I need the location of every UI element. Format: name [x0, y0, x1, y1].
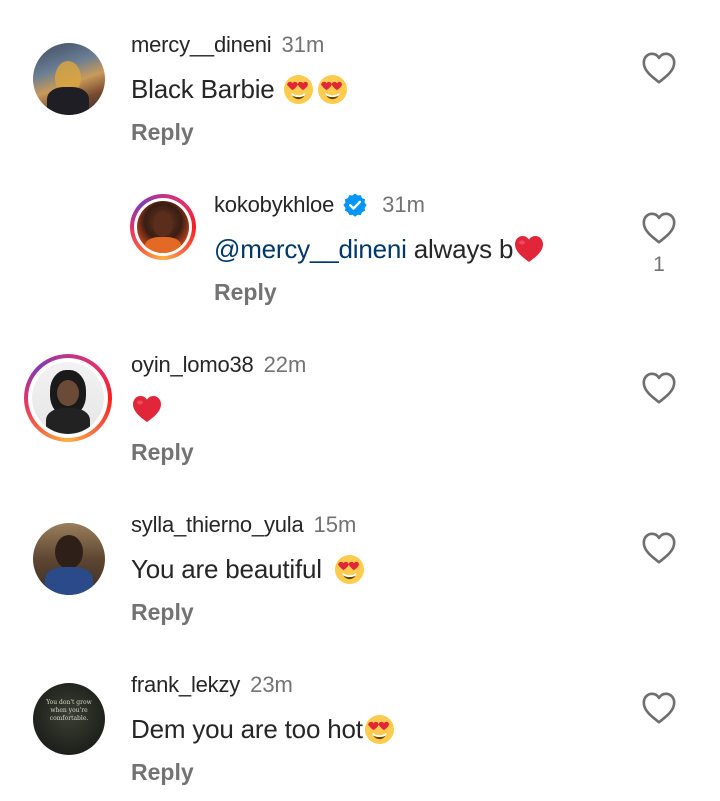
heart-eyes-emoji-icon	[334, 554, 365, 585]
comment-time: 23m	[250, 672, 293, 697]
mention-link[interactable]: @mercy__dineni	[214, 234, 407, 265]
comment-username[interactable]: kokobykhloe	[214, 192, 334, 218]
heart-eyes-emoji-icon	[283, 74, 314, 105]
avatar-caption: You don't grow when you're comfortable.	[46, 699, 92, 722]
avatar[interactable]: You don't grow when you're comfortable.	[33, 683, 105, 755]
heart-eyes-emoji-icon	[364, 714, 395, 745]
avatar[interactable]	[130, 194, 196, 260]
heart-outline-icon[interactable]	[641, 691, 677, 725]
comment-time: 31m	[382, 192, 425, 217]
comment-text: always b	[413, 233, 514, 264]
comment-time: 15m	[313, 512, 357, 537]
comment-username[interactable]: frank_lekzy	[131, 672, 240, 698]
reply-button[interactable]: Reply	[131, 119, 194, 146]
heart-outline-icon[interactable]	[641, 531, 677, 565]
reply-button[interactable]: Reply	[131, 439, 194, 466]
heart-outline-icon[interactable]	[641, 371, 677, 405]
heart-outline-icon[interactable]	[641, 51, 677, 85]
comment-oyin-lomo38: oyin_lomo38 22m Reply	[0, 320, 720, 480]
comment-username[interactable]: oyin_lomo38	[131, 352, 254, 378]
heart-eyes-emoji-icon	[317, 74, 348, 105]
comment-mercy-dineni: mercy__dineni 31m Black Barbie Reply	[0, 0, 720, 160]
reply-button[interactable]: Reply	[131, 759, 194, 786]
like-count[interactable]: 1	[641, 253, 677, 277]
verified-badge-icon	[343, 193, 367, 217]
red-heart-emoji-icon	[131, 394, 163, 424]
comment-time: 31m	[281, 32, 325, 57]
comment-time: 22m	[263, 352, 307, 377]
reply-kokobykhloe: kokobykhloe 31m @mercy__dineni always b …	[0, 160, 720, 320]
comment-text: You are beautiful	[131, 553, 322, 584]
red-heart-emoji-icon	[513, 234, 545, 264]
avatar[interactable]	[33, 43, 105, 115]
comment-frank-lekzy: You don't grow when you're comfortable. …	[0, 640, 720, 801]
comment-sylla-thierno-yula: sylla_thierno_yula 15m You are beautiful…	[0, 480, 720, 640]
reply-button[interactable]: Reply	[131, 599, 194, 626]
avatar[interactable]	[33, 523, 105, 595]
comment-username[interactable]: mercy__dineni	[131, 32, 272, 58]
comment-username[interactable]: sylla_thierno_yula	[131, 512, 304, 538]
comment-text: Dem you are too hot	[131, 713, 363, 744]
comment-text: Black Barbie	[131, 73, 275, 104]
reply-button[interactable]: Reply	[214, 279, 277, 306]
avatar[interactable]	[24, 354, 112, 442]
heart-outline-icon[interactable]	[641, 211, 677, 245]
